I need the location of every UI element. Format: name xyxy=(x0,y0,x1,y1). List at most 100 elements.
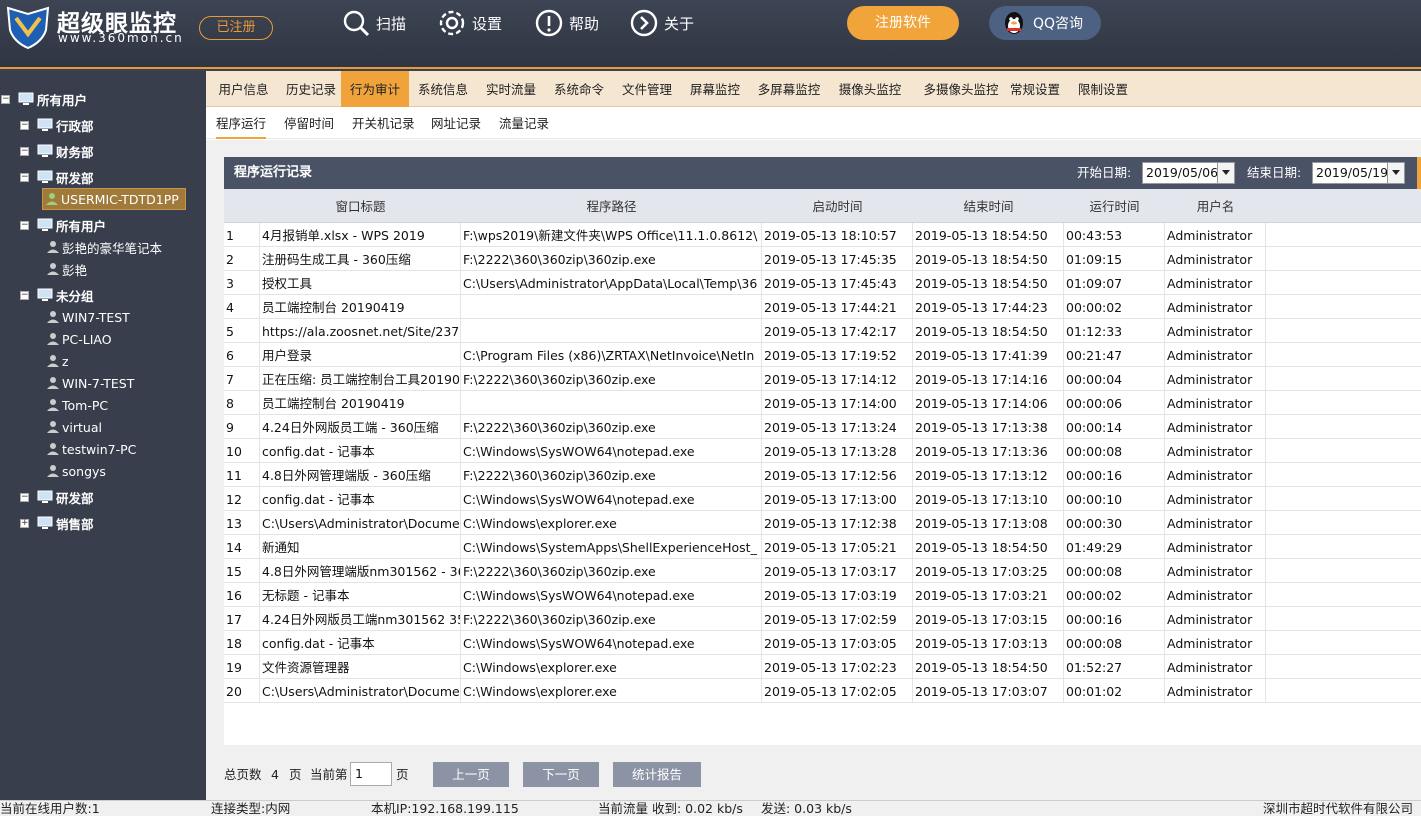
tree-node-user[interactable]: testwin7-PC xyxy=(46,438,136,460)
subtab-power-log[interactable]: 开关机记录 xyxy=(352,107,415,139)
collapse-toggle[interactable]: − xyxy=(1,94,10,104)
table-row[interactable]: 19 文件资源管理器 C:\Windows\explorer.exe 2019-05-… xyxy=(224,655,1421,679)
cell-row-index: 1 xyxy=(224,223,260,247)
tree-node-user[interactable]: 彭艳的豪华笔记本 xyxy=(46,236,162,258)
collapse-toggle[interactable]: − xyxy=(20,146,29,156)
tab-realtime-traffic[interactable]: 实时流量 xyxy=(477,71,545,107)
cell-start-time: 2019-05-13 17:13:24 xyxy=(762,415,913,439)
settings-label: 设置 xyxy=(472,14,503,33)
collapse-toggle[interactable]: − xyxy=(20,172,29,182)
table-row[interactable]: 3 授权工具 C:\Users\Administrator\AppData\Loca… xyxy=(224,271,1421,295)
registered-badge: 已注册 xyxy=(199,16,273,40)
collapse-toggle[interactable]: − xyxy=(20,492,29,502)
chevron-down-icon[interactable] xyxy=(1387,163,1404,183)
tree-label: Tom-PC xyxy=(62,397,109,413)
tree-node-user[interactable]: Tom-PC xyxy=(46,394,108,416)
chevron-down-icon[interactable] xyxy=(1217,163,1234,183)
tree-node-ungrouped[interactable]: − 未分组 xyxy=(20,284,94,306)
tree-node-user[interactable]: WIN-7-TEST xyxy=(46,372,134,394)
table-row[interactable]: 13 C:\Users\Administrator\Docume C:\Window… xyxy=(224,511,1421,535)
cell-program-path: C:\Users\Administrator\AppData\Local\Tem… xyxy=(461,271,762,295)
table-row[interactable]: 15 4.8日外网管理端版nm301562 - 36 F:\2222\360\360… xyxy=(224,559,1421,583)
tab-restriction-settings[interactable]: 限制设置 xyxy=(1069,71,1137,107)
table-row[interactable]: 1 4月报销单.xlsx - WPS 2019 F:\wps2019\新建文件夹\W… xyxy=(224,223,1421,247)
col-username[interactable]: 用户名 xyxy=(1165,189,1266,223)
cell-username: Administrator xyxy=(1165,583,1266,607)
table-row[interactable]: 11 4.8日外网管理端版 - 360压缩 F:\2222\360\360zip\3… xyxy=(224,463,1421,487)
tab-file-manager[interactable]: 文件管理 xyxy=(613,71,681,107)
tree-node-user[interactable]: songys xyxy=(46,460,106,482)
cell-run-time: 00:21:47 xyxy=(1064,343,1165,367)
scan-button[interactable]: 扫描 xyxy=(342,9,406,37)
table-row[interactable]: 10 config.dat - 记事本 C:\Windows\SysWOW64\no… xyxy=(224,439,1421,463)
tree-node-selected-user[interactable]: USERMIC-TDTD1PP xyxy=(42,188,186,210)
tab-camera-monitor[interactable]: 摄像头监控 xyxy=(832,71,908,107)
tab-user-info[interactable]: 用户信息 xyxy=(210,71,277,107)
table-row[interactable]: 6 用户登录 C:\Program Files (x86)\ZRTAX\NetInv… xyxy=(224,343,1421,367)
chevron-right-icon xyxy=(630,9,658,37)
tree-node-all-users-sub[interactable]: − 所有用户 xyxy=(20,214,106,236)
settings-button[interactable]: 设置 xyxy=(438,9,502,37)
col-start-time[interactable]: 启动时间 xyxy=(762,189,913,223)
cell-program-path: F:\2222\360\360zip\360zip.exe xyxy=(461,415,762,439)
col-end-time[interactable]: 结束时间 xyxy=(913,189,1064,223)
table-row[interactable]: 16 无标题 - 记事本 C:\Windows\SysWOW64\notepad.e… xyxy=(224,583,1421,607)
subtab-program-run[interactable]: 程序运行 xyxy=(216,107,267,139)
help-button[interactable]: 帮助 xyxy=(535,9,599,37)
tree-node-user[interactable]: z xyxy=(46,350,69,372)
tree-node-rd-dept[interactable]: − 研发部 xyxy=(20,166,94,188)
expand-toggle[interactable]: + xyxy=(20,518,29,528)
tree-node-user[interactable]: PC-LIAO xyxy=(46,328,112,350)
prev-page-button[interactable]: 上一页 xyxy=(433,762,509,787)
col-window-title[interactable]: 窗口标题 xyxy=(260,189,461,223)
tree-node-admin-dept[interactable]: − 行政部 xyxy=(20,114,94,136)
col-run-time[interactable]: 运行时间 xyxy=(1064,189,1165,223)
qq-consult-button[interactable]: QQ咨询 xyxy=(989,6,1101,40)
tab-system-info[interactable]: 系统信息 xyxy=(409,71,477,107)
col-program-path[interactable]: 程序路径 xyxy=(461,189,762,223)
tree-node-finance-dept[interactable]: − 财务部 xyxy=(20,140,94,162)
table-row[interactable]: 17 4.24日外网版员工端nm301562 35 F:\2222\360\360z… xyxy=(224,607,1421,631)
register-software-button[interactable]: 注册软件 xyxy=(847,6,959,40)
tree-node-user[interactable]: virtual xyxy=(46,416,102,438)
table-row[interactable]: 9 4.24日外网版员工端 - 360压缩 F:\2222\360\360zip\3… xyxy=(224,415,1421,439)
current-page-input[interactable]: 1 xyxy=(350,762,392,786)
record-panel-header: 程序运行记录 开始日期: 2019/05/06 结束日期: 2019/05/19 xyxy=(224,157,1421,189)
tab-general-settings[interactable]: 常规设置 xyxy=(1001,71,1069,107)
cell-row-index: 4 xyxy=(224,295,260,319)
tab-history[interactable]: 历史记录 xyxy=(277,71,345,107)
statistics-report-button[interactable]: 统计报告 xyxy=(613,762,701,787)
table-row[interactable]: 4 员工端控制台 20190419 2019-05-13 17:44:21 2019-… xyxy=(224,295,1421,319)
collapse-toggle[interactable]: − xyxy=(20,120,29,130)
collapse-toggle[interactable]: − xyxy=(20,220,29,230)
tab-system-command[interactable]: 系统命令 xyxy=(545,71,613,107)
table-row[interactable]: 8 员工端控制台 20190419 2019-05-13 17:14:00 2019-… xyxy=(224,391,1421,415)
table-row[interactable]: 12 config.dat - 记事本 C:\Windows\SysWOW64\no… xyxy=(224,487,1421,511)
cell-end-time: 2019-05-13 17:14:16 xyxy=(913,367,1064,391)
subtab-traffic-log[interactable]: 流量记录 xyxy=(499,107,549,139)
table-row[interactable]: 14 新通知 C:\Windows\SystemApps\ShellExperien… xyxy=(224,535,1421,559)
about-button[interactable]: 关于 xyxy=(630,9,694,37)
table-row[interactable]: 7 正在压缩: 员工端控制台工具201904 F:\2222\360\360zip\… xyxy=(224,367,1421,391)
tree-node-user[interactable]: WIN7-TEST xyxy=(46,306,130,328)
collapse-toggle[interactable]: − xyxy=(20,290,29,300)
subtab-stay-time[interactable]: 停留时间 xyxy=(284,107,334,139)
computer-group-icon xyxy=(37,118,53,131)
tab-screen-monitor[interactable]: 屏幕监控 xyxy=(681,71,749,107)
tree-node-rd-dept-2[interactable]: − 研发部 xyxy=(20,486,94,508)
table-row[interactable]: 2 注册码生成工具 - 360压缩 F:\2222\360\360zip\360zi… xyxy=(224,247,1421,271)
subtab-url-log[interactable]: 网址记录 xyxy=(431,107,481,139)
table-row[interactable]: 5 https://ala.zoosnet.net/Site/237 2019-05… xyxy=(224,319,1421,343)
end-date-picker[interactable]: 2019/05/19 xyxy=(1312,162,1405,184)
tree-node-sales-dept[interactable]: + 销售部 xyxy=(20,512,94,534)
qq-penguin-icon xyxy=(1005,12,1023,34)
tab-behavior-audit[interactable]: 行为审计 xyxy=(341,71,409,107)
tab-multi-camera-monitor[interactable]: 多摄像头监控 xyxy=(915,71,1007,107)
tree-node-user[interactable]: 彭艳 xyxy=(46,258,87,280)
next-page-button[interactable]: 下一页 xyxy=(523,762,599,787)
table-row[interactable]: 20 C:\Users\Administrator\Docume C:\Window… xyxy=(224,679,1421,703)
table-row[interactable]: 18 config.dat - 记事本 C:\Windows\SysWOW64\no… xyxy=(224,631,1421,655)
tree-node-all-users[interactable]: − 所有用户 xyxy=(1,88,87,110)
start-date-picker[interactable]: 2019/05/06 xyxy=(1142,162,1235,184)
tab-multi-screen-monitor[interactable]: 多屏幕监控 xyxy=(751,71,827,107)
